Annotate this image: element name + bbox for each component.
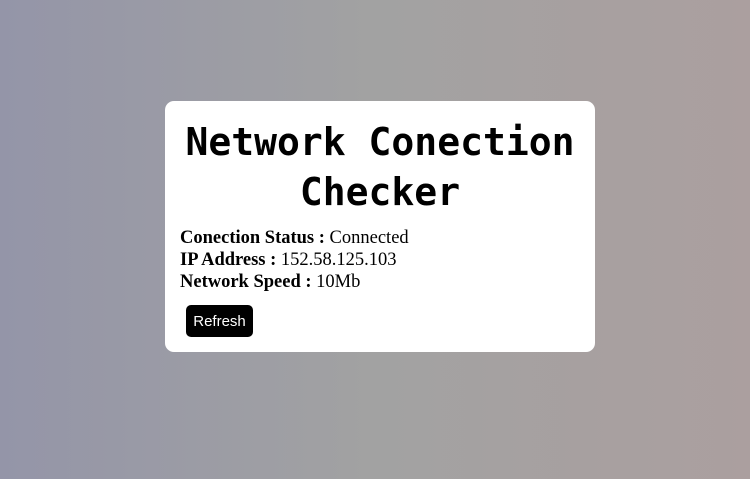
status-info: Conection Status : Connected IP Address … [180,227,409,293]
network-speed-value: 10Mb [316,272,361,292]
connection-status-value: Connected [329,228,409,248]
ip-address-row: IP Address : 152.58.125.103 [180,249,409,271]
ip-address-label: IP Address : [180,250,277,270]
connection-status-label: Conection Status : [180,228,325,248]
page-title: Network Conection Checker [185,120,575,214]
network-speed-label: Network Speed : [180,272,312,292]
connection-status-row: Conection Status : Connected [180,227,409,249]
refresh-button[interactable]: Refresh [186,305,253,337]
ip-address-value: 152.58.125.103 [280,250,397,270]
network-checker-card: Network Conection Checker Conection Stat… [165,101,595,352]
network-speed-row: Network Speed : 10Mb [180,271,409,293]
